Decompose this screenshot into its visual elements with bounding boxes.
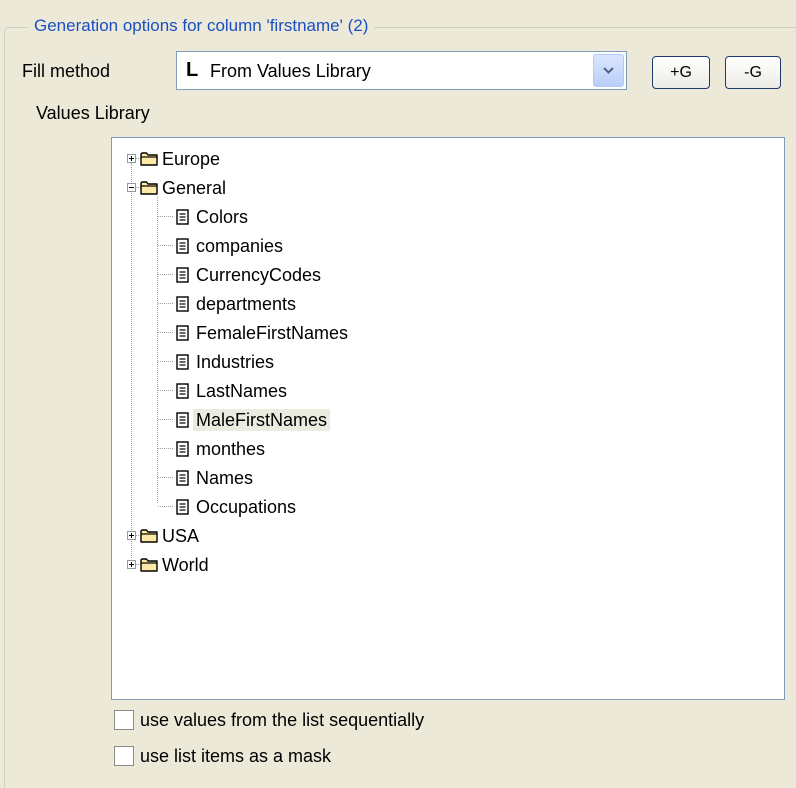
tree-item-label: Occupations	[196, 497, 297, 517]
document-icon	[176, 209, 189, 225]
document-icon	[176, 325, 189, 341]
tree-item-names[interactable]: Names	[112, 465, 412, 491]
tree-item-companies[interactable]: companies	[112, 233, 412, 259]
document-icon	[176, 470, 189, 486]
chevron-down-icon	[603, 67, 614, 74]
tree-item-label-selected: MaleFirstNames	[193, 409, 331, 431]
mask-checkbox[interactable]	[114, 746, 134, 766]
tree-item-label: FemaleFirstNames	[196, 323, 349, 343]
tree-item-label: Names	[196, 468, 254, 488]
tree-folder-label: General	[162, 178, 227, 198]
dropdown-button[interactable]	[593, 54, 624, 87]
tree-folder-world[interactable]: World	[112, 552, 412, 578]
fill-method-mark: L	[186, 59, 199, 81]
tree-item-colors[interactable]: Colors	[112, 204, 412, 230]
tree-item-label: Industries	[196, 352, 275, 372]
sequential-checkbox[interactable]	[114, 710, 134, 730]
tree-folder-usa[interactable]: USA	[112, 523, 412, 549]
tree-item-malefirstnames[interactable]: MaleFirstNames	[112, 407, 412, 433]
document-icon	[176, 267, 189, 283]
tree-item-currencycodes[interactable]: CurrencyCodes	[112, 262, 412, 288]
tree-item-femalefirstnames[interactable]: FemaleFirstNames	[112, 320, 412, 346]
tree-folder-label: World	[162, 555, 209, 575]
tree-folder-europe[interactable]: Europe	[112, 146, 412, 172]
remove-generator-button[interactable]: -G	[725, 56, 781, 89]
document-icon	[176, 441, 189, 457]
document-icon	[176, 499, 189, 515]
tree-item-industries[interactable]: Industries	[112, 349, 412, 375]
values-library-label: Values Library	[36, 103, 150, 123]
tree-item-label: departments	[196, 294, 297, 314]
add-generator-button[interactable]: +G	[652, 56, 710, 89]
tree-item-label: CurrencyCodes	[196, 265, 322, 285]
fill-method-select[interactable]: L From Values Library	[176, 51, 627, 90]
folder-icon	[140, 152, 158, 166]
values-library-tree[interactable]: Europe General Colors companies Currency…	[111, 137, 785, 700]
tree-item-label: LastNames	[196, 381, 288, 401]
document-icon	[176, 354, 189, 370]
fill-method-value: From Values Library	[210, 61, 371, 81]
folder-icon	[140, 529, 158, 543]
tree-item-lastnames[interactable]: LastNames	[112, 378, 412, 404]
expand-icon[interactable]	[127, 531, 136, 540]
document-icon	[176, 296, 189, 312]
tree-item-departments[interactable]: departments	[112, 291, 412, 317]
tree-folder-label: USA	[162, 526, 200, 546]
sequential-checkbox-label[interactable]: use values from the list sequentially	[140, 710, 424, 731]
folder-icon	[140, 558, 158, 572]
document-icon	[176, 383, 189, 399]
document-icon	[176, 412, 189, 428]
mask-checkbox-label[interactable]: use list items as a mask	[140, 746, 331, 767]
expand-icon[interactable]	[127, 154, 136, 163]
tree-folder-general[interactable]: General	[112, 175, 412, 201]
tree-item-label: monthes	[196, 439, 266, 459]
expand-icon[interactable]	[127, 560, 136, 569]
group-title: Generation options for column 'firstname…	[28, 16, 375, 36]
tree-item-occupations[interactable]: Occupations	[112, 494, 412, 520]
fill-method-label: Fill method	[22, 61, 111, 81]
collapse-icon[interactable]	[127, 183, 136, 192]
document-icon	[176, 238, 189, 254]
tree-item-label: Colors	[196, 207, 249, 227]
tree-item-label: companies	[196, 236, 284, 256]
tree-folder-label: Europe	[162, 149, 221, 169]
folder-icon	[140, 181, 158, 195]
tree-item-monthes[interactable]: monthes	[112, 436, 412, 462]
